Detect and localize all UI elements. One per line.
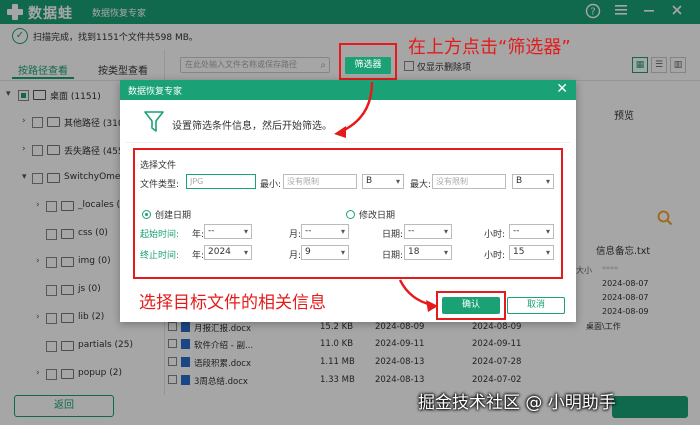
arrowhead bbox=[426, 300, 438, 312]
arrowhead bbox=[334, 126, 346, 138]
annotation-bottom: 选择目标文件的相关信息 bbox=[139, 293, 326, 313]
watermark: 掘金技术社区 @ 小明助手 bbox=[418, 393, 616, 413]
annotation-arrows bbox=[334, 81, 438, 312]
arrow-to-dialog bbox=[339, 81, 374, 134]
